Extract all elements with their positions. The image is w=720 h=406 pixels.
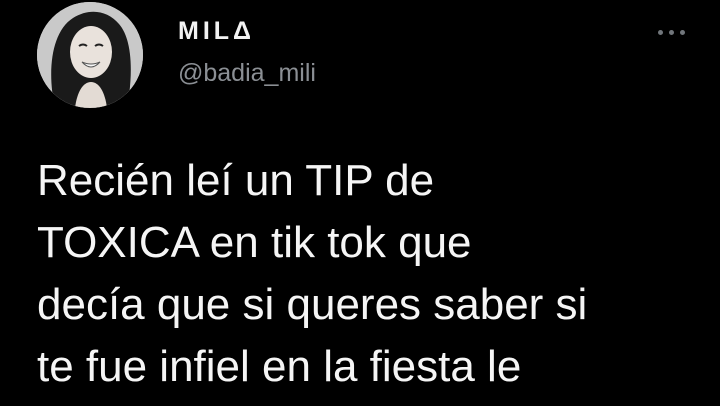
more-options-button[interactable] xyxy=(648,18,694,46)
tweet-text: Recién leí un TIP de TOXICA en tik tok q… xyxy=(37,150,707,398)
tweet-text-line: te fue infiel en la fiesta le xyxy=(37,342,522,391)
tweet-header: MILΔ @badia_mili xyxy=(178,14,316,88)
tweet-card: MILΔ @badia_mili Recién leí un TIP de TO… xyxy=(0,0,720,406)
tweet-text-line: Recién leí un TIP de xyxy=(37,156,435,205)
more-horizontal-icon xyxy=(679,29,685,35)
display-name[interactable]: MILΔ xyxy=(178,14,316,48)
tweet-text-line: decía que si queres saber si xyxy=(37,280,588,329)
tweet-text-line: TOXICA en tik tok que xyxy=(37,218,472,267)
username[interactable]: @badia_mili xyxy=(178,58,316,88)
avatar[interactable] xyxy=(37,2,143,108)
more-horizontal-icon xyxy=(668,29,674,35)
more-horizontal-icon xyxy=(657,29,663,35)
avatar-photo-icon xyxy=(37,2,143,108)
